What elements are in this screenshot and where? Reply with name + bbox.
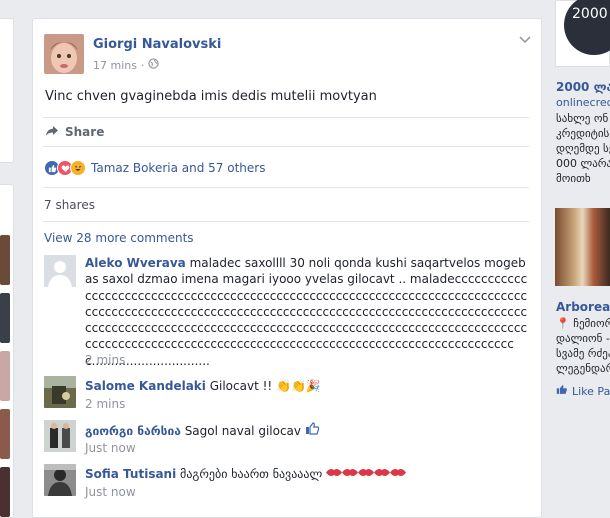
shares-count[interactable]: 7 shares <box>44 198 95 212</box>
reactors-text[interactable]: Tamaz Bokeria and 57 others <box>91 161 265 175</box>
haha-reaction-icon <box>70 160 86 176</box>
thumbs-up-icon <box>305 422 320 439</box>
left-thumb-5[interactable] <box>0 467 10 517</box>
comment-avatar[interactable] <box>44 464 76 496</box>
comment-time[interactable]: Just now <box>85 485 136 499</box>
left-thumb-1[interactable] <box>0 235 10 285</box>
post-card: Giorgi Navalovski 17 mins · Vinc chven g… <box>32 18 542 518</box>
divider <box>43 187 529 188</box>
left-thumb-3[interactable] <box>0 351 10 401</box>
author-avatar[interactable] <box>44 34 84 74</box>
globe-icon[interactable] <box>148 58 160 72</box>
left-card-top <box>0 18 14 163</box>
comment-body: Sofia Tutisani მაგრები ხაართ ნავააალ <box>85 466 529 482</box>
comment-item: Sofia Tutisani მაგრები ხაართ ნავააალ Jus… <box>44 464 529 500</box>
left-thumb-4[interactable] <box>0 409 10 459</box>
ad-image-2[interactable] <box>555 208 610 286</box>
left-card-photos <box>0 184 14 518</box>
comment-avatar[interactable] <box>44 420 76 452</box>
comment-item: გიორგი ნარსია Sagol naval gilocav Just n… <box>44 420 529 456</box>
left-thumb-2[interactable] <box>0 293 10 343</box>
comment-body: Salome Kandelaki Gilocavt !! 👏👏🎉 <box>85 378 529 394</box>
author-name[interactable]: Giorgi Navalovski <box>93 37 221 52</box>
post-meta: 17 mins · <box>93 58 160 72</box>
ad-title-2[interactable]: Arborea · S <box>556 300 610 314</box>
comment-author[interactable]: Salome Kandelaki <box>85 379 206 393</box>
like-page-label: Like Pa <box>572 384 610 398</box>
share-icon <box>45 125 59 140</box>
ad-text-line: ლეგენდარ <box>556 362 610 375</box>
comment-item: Aleko Wverava maladec saxollll 30 noli q… <box>44 255 529 369</box>
ad-text-line: დღემდე სე <box>556 142 610 155</box>
comment-time[interactable]: 2 mins <box>85 397 125 411</box>
ad-text-line: კრედიტის <box>556 127 610 140</box>
comment-author[interactable]: Sofia Tutisani <box>85 467 176 481</box>
action-bar: Share <box>43 117 529 147</box>
reactions-summary[interactable]: Tamaz Bokeria and 57 others <box>44 160 265 176</box>
ad-text-line: 📍 ჩემიორუ <box>556 317 610 330</box>
thumbs-up-icon <box>556 384 568 398</box>
ad-domain-1[interactable]: onlinecredit <box>556 96 610 109</box>
ad-text-line: დალიონ - <box>556 332 610 345</box>
chevron-down-icon[interactable] <box>519 33 531 47</box>
comment-text: maladec saxollll 30 noli qonda kushi saq… <box>85 256 528 368</box>
comment-author[interactable]: Aleko Wverava <box>85 256 186 270</box>
comment-time[interactable]: 2 mins <box>85 353 125 367</box>
post-time[interactable]: 17 mins <box>93 59 137 72</box>
share-label: Share <box>65 125 105 139</box>
comment-body: Aleko Wverava maladec saxollll 30 noli q… <box>85 255 529 369</box>
ad-text-line: სახლე ონ <box>556 112 609 125</box>
divider <box>43 221 529 222</box>
share-button[interactable]: Share <box>45 125 104 140</box>
like-page-button[interactable]: Like Pa <box>556 384 610 398</box>
ad-title-1[interactable]: 2000 ლარა <box>556 80 610 94</box>
comment-text: Gilocavt !! 👏👏🎉 <box>209 379 321 393</box>
ad-badge: 2000 <box>564 0 610 55</box>
ad-text-line: 000 ლარამ <box>556 157 610 170</box>
ad-text-line: სვამე რძეა <box>556 347 610 360</box>
comment-avatar[interactable] <box>44 376 76 408</box>
comment-text: Sagol naval gilocav <box>184 424 302 438</box>
comment-text: მაგრები ხაართ ნავააალ <box>180 467 327 481</box>
comment-author[interactable]: გიორგი ნარსია <box>85 424 181 438</box>
comment-item: Salome Kandelaki Gilocavt !! 👏👏🎉 2 mins <box>44 376 529 412</box>
comment-body: გიორგი ნარსია Sagol naval gilocav <box>85 422 529 439</box>
comment-avatar[interactable] <box>44 255 76 287</box>
comment-time[interactable]: Just now <box>85 441 136 455</box>
kiss-emoji-icons <box>326 466 407 482</box>
ad-text-line: მოითხ <box>556 172 591 185</box>
ad-image-1[interactable]: 2000 <box>555 0 610 67</box>
post-text: Vinc chven gvaginebda imis dedis mutelii… <box>45 89 377 104</box>
view-more-comments-link[interactable]: View 28 more comments <box>44 231 194 245</box>
meta-separator: · <box>140 58 145 72</box>
